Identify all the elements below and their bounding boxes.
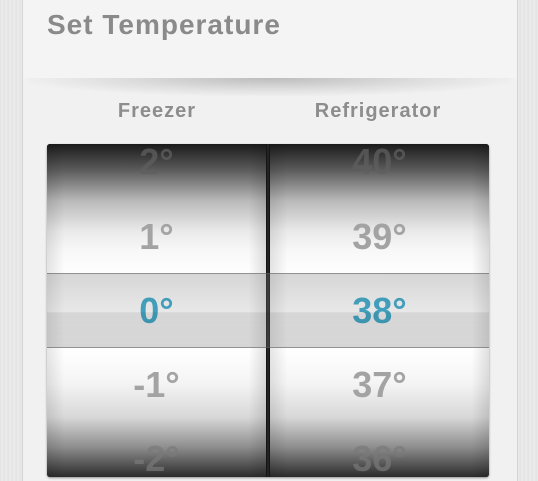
background-texture-right — [516, 0, 538, 481]
freezer-option[interactable]: -1° — [47, 365, 266, 405]
refrigerator-option[interactable]: 36° — [270, 439, 489, 478]
card-header: Set Temperature — [23, 0, 517, 78]
refrigerator-option[interactable]: 40° — [270, 144, 489, 182]
refrigerator-wheel[interactable]: 40° 39° 38° 37° 36° — [270, 144, 489, 477]
temperature-picker: 2° 1° 0° -1° -2° 40° 39° 38° 37° 36° — [47, 144, 489, 477]
freezer-option[interactable]: -2° — [47, 439, 266, 478]
header-shadow — [29, 78, 511, 96]
refrigerator-label: Refrigerator — [314, 100, 442, 122]
background-texture-left — [0, 0, 22, 481]
refrigerator-option[interactable]: 37° — [270, 365, 489, 405]
temperature-card: Set Temperature Freezer Refrigerator 2° … — [22, 0, 518, 481]
freezer-option[interactable]: 1° — [47, 217, 266, 257]
refrigerator-selected-option[interactable]: 38° — [270, 291, 489, 331]
freezer-option[interactable]: 2° — [47, 144, 266, 182]
refrigerator-option[interactable]: 39° — [270, 217, 489, 257]
page-title: Set Temperature — [47, 9, 281, 40]
freezer-label: Freezer — [117, 100, 197, 122]
freezer-wheel[interactable]: 2° 1° 0° -1° -2° — [47, 144, 266, 477]
freezer-selected-option[interactable]: 0° — [47, 291, 266, 331]
